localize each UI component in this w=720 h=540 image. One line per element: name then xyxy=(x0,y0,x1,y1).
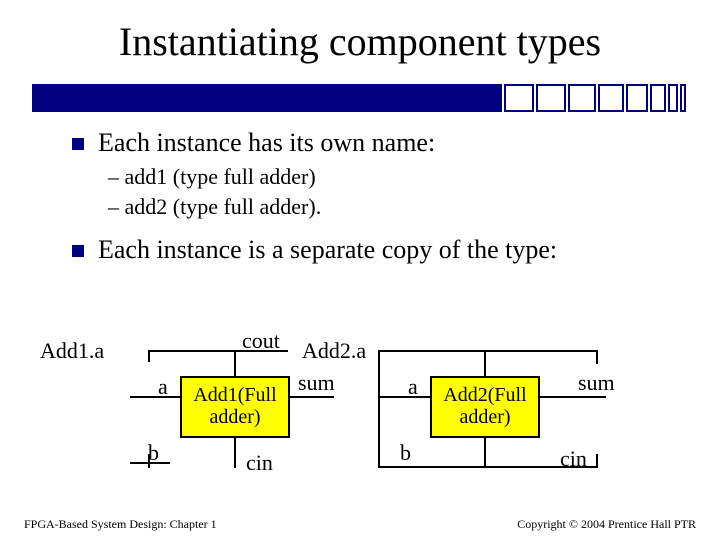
port-a-1: a xyxy=(158,374,168,400)
footer-left: FPGA-Based System Design: Chapter 1 xyxy=(24,517,217,532)
bullet-2-text: Each instance is a separate copy of the … xyxy=(98,235,557,264)
inst1-name: Add1.a xyxy=(40,338,104,364)
adder-box-2: Add2(Full adder) xyxy=(430,376,540,438)
diagram: Add1.a a b Add1(Full adder) cout sum cin… xyxy=(40,328,680,508)
bullet-icon xyxy=(72,245,84,257)
sub-bullet-1a: – add1 (type full adder) xyxy=(108,162,692,192)
port-sum-2: sum xyxy=(578,370,615,396)
bullet-icon xyxy=(72,138,84,150)
adder-box-1-label: Add1(Full adder) xyxy=(193,384,276,428)
sub-bullet-1b: – add2 (type full adder). xyxy=(108,192,692,222)
slide: Instantiating component types Each insta… xyxy=(0,0,720,540)
footer-right: Copyright © 2004 Prentice Hall PTR xyxy=(517,517,696,532)
bullet-1-text: Each instance has its own name: xyxy=(98,128,435,157)
inst2-name: Add2.a xyxy=(302,338,366,364)
bullet-2: Each instance is a separate copy of the … xyxy=(72,235,692,265)
adder-box-2-label: Add2(Full adder) xyxy=(443,384,526,428)
slide-title: Instantiating component types xyxy=(0,0,720,65)
port-cin-1: cin xyxy=(246,450,273,476)
port-cout-1: cout xyxy=(242,328,280,354)
content-area: Each instance has its own name: – add1 (… xyxy=(72,128,692,265)
bullet-1: Each instance has its own name: xyxy=(72,128,692,158)
decor-bar xyxy=(32,84,688,112)
port-b-1: b xyxy=(148,440,159,466)
adder-box-1: Add1(Full adder) xyxy=(180,376,290,438)
port-b-2: b xyxy=(400,440,411,466)
port-a-2: a xyxy=(408,374,418,400)
port-cin-2: cin xyxy=(560,446,587,472)
port-sum-1: sum xyxy=(298,370,335,396)
